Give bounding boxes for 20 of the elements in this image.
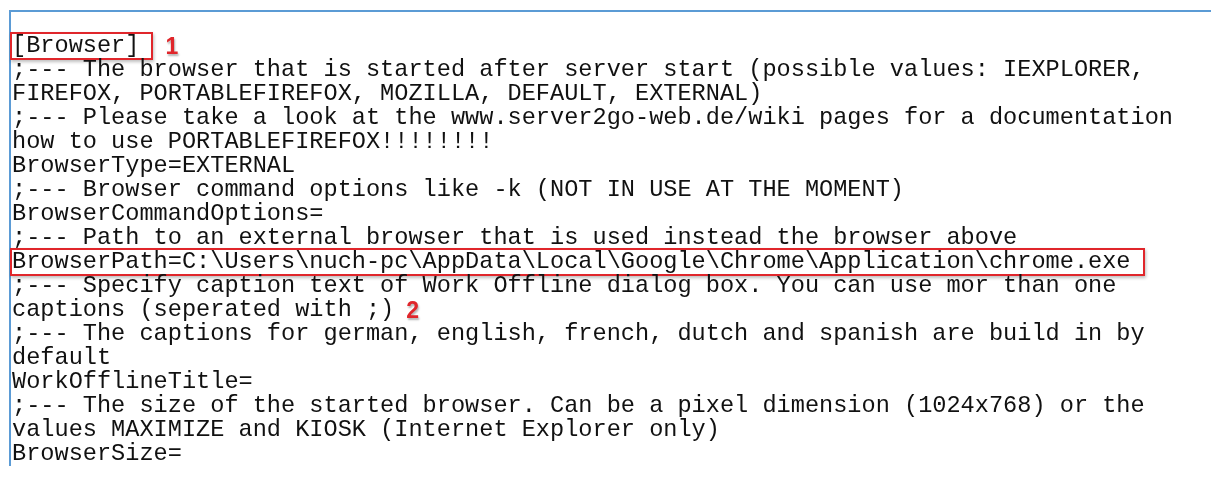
code-line: values MAXIMIZE and KIOSK (Internet Explorer only) [12, 418, 720, 442]
code-line: default [12, 346, 112, 370]
code-line: ;--- The size of the started browser. Can be a pixel dimension (1024x768) or the [12, 394, 1145, 418]
code-line: WorkOfflineTitle= [12, 370, 253, 394]
code-line: ;--- Browser command options like -k (NOT IN USE AT THE MOMENT) [12, 178, 904, 202]
code-line: BrowserCommandOptions= [12, 202, 324, 226]
code-line: captions (seperated with ;) [12, 298, 395, 322]
code-line: FIREFOX, PORTABLEFIREFOX, MOZILLA, DEFAULT, EXTERNAL) [12, 82, 763, 106]
code-line: ;--- Specify caption text of Work Offline dialog box. You can use mor than one [12, 274, 1117, 298]
code-line: BrowserSize= [12, 442, 182, 466]
annotation-number: 2 [406, 296, 420, 324]
code-line: BrowserPath=C:\Users\nuch-pc\AppData\Local\Google\Chrome\Application\chrome.exe [12, 248, 1131, 275]
code-line: ;--- The captions for german, english, french, dutch and spanish are build in by [12, 322, 1145, 346]
code-line: BrowserType=EXTERNAL [12, 154, 296, 178]
code-line: ;--- Path to an external browser that is used instead the browser above [12, 226, 1018, 250]
code-line: how to use PORTABLEFIREFOX!!!!!!!! [12, 130, 494, 154]
annotation-number: 1 [165, 32, 179, 59]
code-line: [Browser] [12, 32, 140, 59]
code-line: ;--- Please take a look at the www.server2go-web.de/wiki pages for a documentation [12, 106, 1173, 130]
code-line: ;--- The browser that is started after server start (possible values: IEXPLORER, [12, 58, 1145, 82]
